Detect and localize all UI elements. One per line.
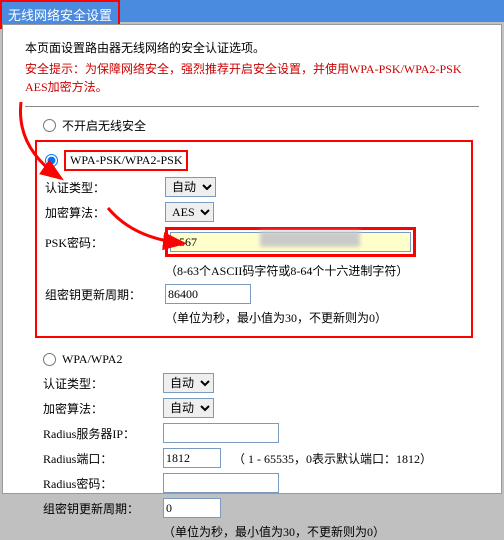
group-key-input-2[interactable] xyxy=(163,498,221,518)
radius-pwd-input[interactable] xyxy=(163,473,279,493)
divider xyxy=(25,106,479,107)
psk-hint: （8-63个ASCII码字符或8-64个十六进制字符） xyxy=(165,262,463,279)
radius-port-input[interactable] xyxy=(163,448,221,468)
encrypt-label-2: 加密算法： xyxy=(43,400,163,417)
radius-port-label: Radius端口： xyxy=(43,450,163,467)
annotation-arrow-psk-icon xyxy=(103,203,193,253)
watermark-cn: 路由器 xyxy=(437,452,495,476)
radius-pwd-label: Radius密码： xyxy=(43,475,163,492)
watermark-domain: luyouqi.com xyxy=(437,476,495,487)
wpa-psk-section: WPA-PSK/WPA2-PSK 认证类型： 自动 加密算法： AES PSK密… xyxy=(35,140,473,338)
radius-port-hint: （ 1 - 65535，0表示默认端口：1812） xyxy=(233,450,432,467)
group-key-hint-1: （单位为秒，最小值为30，不更新则为0） xyxy=(165,309,463,326)
radius-ip-label: Radius服务器IP： xyxy=(43,425,163,442)
auth-type-label-2: 认证类型： xyxy=(43,375,163,392)
intro-text: 本页面设置路由器无线网络的安全认证选项。 xyxy=(25,39,479,56)
group-key-label-1: 组密钥更新周期： xyxy=(45,286,165,303)
radio-wpa[interactable] xyxy=(43,353,56,366)
encrypt-select-2[interactable]: 自动 xyxy=(163,398,214,418)
auth-type-select[interactable]: 自动 xyxy=(165,177,216,197)
auth-type-select-2[interactable]: 自动 xyxy=(163,373,214,393)
group-key-hint-2: （单位为秒，最小值为30，不更新则为0） xyxy=(163,523,479,540)
settings-panel: 本页面设置路由器无线网络的安全认证选项。 安全提示：为保障网络安全，强烈推荐开启… xyxy=(2,24,502,494)
radio-wpa-label: WPA/WPA2 xyxy=(62,352,122,367)
intro-warning: 安全提示：为保障网络安全，强烈推荐开启安全设置，并使用WPA-PSK/WPA2-… xyxy=(25,60,479,96)
group-key-input-1[interactable] xyxy=(165,284,251,304)
watermark: 路由器 luyouqi.com xyxy=(437,392,495,487)
radio-wpa-psk-label: WPA-PSK/WPA2-PSK xyxy=(64,150,188,171)
annotation-arrow-icon xyxy=(11,97,81,187)
watermark-icon xyxy=(437,392,495,450)
radius-ip-input[interactable] xyxy=(163,423,279,443)
blur-overlay xyxy=(260,231,360,247)
group-key-label-2: 组密钥更新周期： xyxy=(43,500,163,517)
